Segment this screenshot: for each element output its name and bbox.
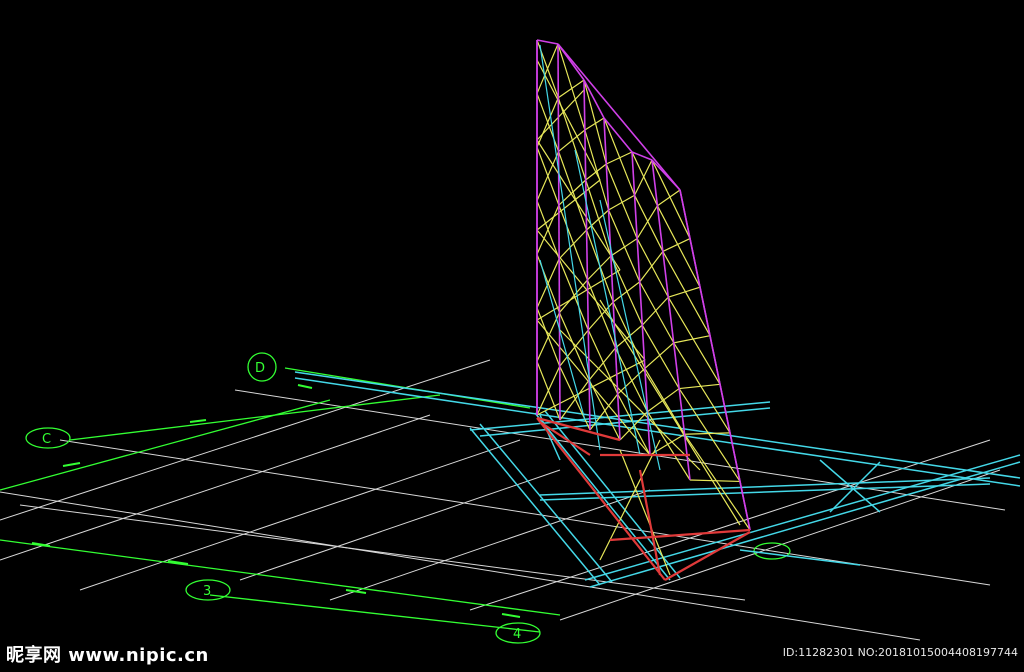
cad-3d-view: D C 3 4 bbox=[0, 0, 1024, 672]
watermark-brand: 昵享网 www.nipic.cn bbox=[6, 645, 209, 666]
axis-label-3: 3 bbox=[203, 584, 211, 599]
watermark-id: ID:11282301 NO:20181015004408197744 bbox=[782, 646, 1018, 659]
axis-label-4: 4 bbox=[513, 627, 521, 642]
canvas-background bbox=[0, 0, 1024, 672]
axis-label-c: C bbox=[42, 432, 51, 447]
axis-label-d: D bbox=[255, 361, 265, 376]
